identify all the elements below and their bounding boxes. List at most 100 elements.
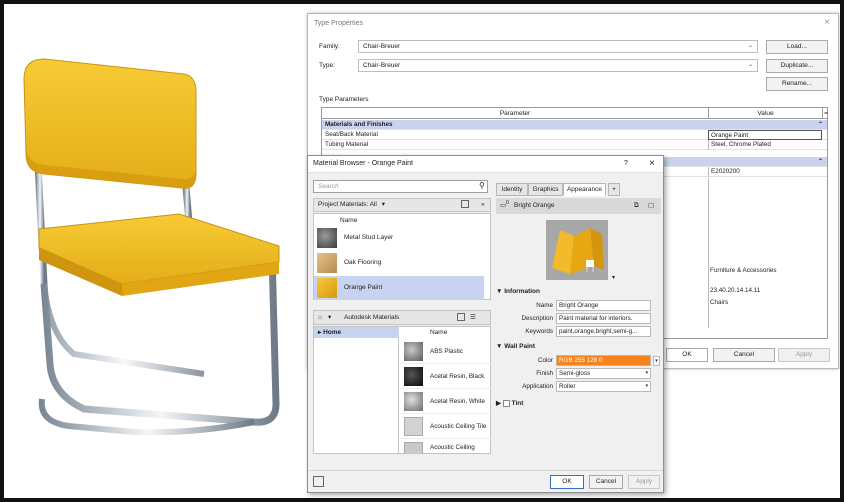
information-section[interactable]: ▼ Information (496, 288, 661, 295)
keywords-field[interactable]: paint,orange,bright,semi-g... (556, 326, 651, 337)
application-row: Application Roller ▾ (496, 381, 661, 393)
tab-appearance[interactable]: Appearance (563, 183, 606, 196)
finish-value: Semi-gloss (559, 370, 591, 377)
library-selector[interactable]: Autodesk Materials (344, 311, 399, 324)
column-menu-icon[interactable]: = (822, 108, 829, 119)
close-icon[interactable]: × (824, 17, 830, 28)
asset-count: 0 (506, 200, 509, 206)
dialog-title: Type Properties (314, 20, 364, 27)
list-item[interactable]: Orange Paint (314, 276, 484, 300)
library-toolbar: ⌂ ▾ Autodesk Materials ☰ (313, 310, 491, 325)
material-swatch (404, 417, 423, 436)
chevron-down-icon[interactable]: ▾ (612, 274, 615, 281)
library-pane: ▸ Home Name ABS Plastic Acetal Resin, Bl… (313, 326, 492, 455)
library-item[interactable]: Acetal Resin, White (400, 389, 492, 414)
load-button[interactable]: Load... (766, 40, 828, 54)
row-value: E2020200 (708, 167, 822, 177)
list-view-icon[interactable]: ☰ (470, 311, 476, 324)
duplicate-button[interactable]: Duplicate... (766, 59, 828, 73)
row-value: Furniture & Accessories (710, 267, 777, 274)
type-select[interactable]: Chair-Breuer ⌄ (358, 59, 758, 72)
finish-row: Finish Semi-gloss ▾ (496, 368, 661, 380)
apply-button[interactable]: Apply (778, 348, 830, 362)
tab-identity[interactable]: Identity (496, 183, 528, 196)
section-label: Wall Paint (504, 343, 536, 350)
close-icon[interactable]: × (649, 158, 655, 169)
material-swatch (404, 442, 423, 454)
list-item[interactable]: Oak Flooring (314, 251, 484, 275)
table-row[interactable]: Tubing Material Steel, Chrome Plated (322, 140, 827, 150)
wall-paint-section[interactable]: ▼ Wall Paint (496, 343, 661, 350)
section-label: Information (504, 288, 540, 295)
application-select[interactable]: Roller ▾ (556, 381, 651, 392)
library-item[interactable]: ABS Plastic (400, 339, 492, 364)
expand-icon[interactable]: » (481, 199, 485, 211)
cancel-button[interactable]: Cancel (589, 475, 623, 489)
material-swatch (317, 253, 337, 273)
color-row: Color RGB 255 128 0 ▾ (496, 355, 661, 367)
asset-name: Bright Orange (514, 202, 555, 209)
col-parameter: Parameter (499, 110, 531, 117)
row-category-label: Materials and Finishes (325, 121, 393, 128)
color-dropdown-icon[interactable]: ▾ (653, 356, 660, 366)
search-input[interactable]: Search (313, 180, 488, 193)
item-name: Acetal Resin, Black (430, 373, 485, 380)
search-icon[interactable]: ⚲ (479, 181, 485, 190)
add-tab-button[interactable]: + (608, 183, 620, 196)
browser-settings-icon[interactable] (313, 476, 324, 487)
type-label: Type: (319, 62, 335, 69)
material-browser-dialog: Material Browser - Orange Paint ? × Sear… (307, 155, 664, 493)
ok-button[interactable]: OK (666, 348, 708, 362)
help-icon[interactable]: ? (624, 160, 628, 167)
col-value: Value (708, 108, 822, 119)
description-field[interactable]: Paint material for interiors. (556, 313, 651, 324)
appearance-preview[interactable] (546, 220, 608, 280)
row-param: Tubing Material (325, 141, 369, 148)
chevron-down-icon: ▾ (645, 370, 648, 376)
apply-button[interactable]: Apply (628, 475, 660, 489)
list-header: Name (430, 329, 448, 336)
project-materials-filter[interactable]: Project Materials: All ▾ » (313, 198, 491, 212)
view-toggle-icon[interactable] (461, 200, 469, 208)
color-field[interactable]: RGB 255 128 0 (556, 355, 651, 366)
chevron-down-icon: ⌄ (747, 62, 753, 68)
tint-section[interactable]: ▶ Tint (496, 399, 661, 407)
family-select[interactable]: Chair-Breuer ⌄ (358, 40, 758, 53)
chevron-down-icon: ▾ (645, 383, 648, 389)
row-value: 23.40.20.14.14.11 (710, 287, 761, 294)
tab-graphics[interactable]: Graphics (528, 183, 563, 196)
name-field[interactable]: Bright Orange (556, 300, 651, 311)
application-label: Application (522, 383, 553, 390)
library-item[interactable]: Acetal Resin, Black (400, 364, 492, 389)
list-item[interactable]: Metal Stud Layer (314, 226, 484, 250)
asset-header: ▭ 0 Bright Orange ⧉ ▢ (496, 198, 661, 214)
table-row[interactable]: Seat/Back Material Orange Paint (322, 130, 827, 140)
collapse-icon[interactable]: ⌃ (818, 120, 823, 130)
duplicate-asset-icon[interactable]: ⧉ (634, 198, 639, 214)
row-value: Chairs (710, 299, 729, 306)
table-row[interactable]: Materials and Finishes ⌃ (322, 120, 827, 130)
replace-asset-icon[interactable]: ▢ (648, 198, 654, 214)
item-name: Acetal Resin, White (430, 398, 485, 405)
ok-button[interactable]: OK (550, 475, 584, 489)
home-icon[interactable]: ⌂ (318, 311, 322, 324)
item-name: Acoustic Ceiling Tile (430, 423, 487, 430)
tint-checkbox[interactable] (502, 399, 510, 407)
rename-button[interactable]: Rename... (766, 77, 828, 91)
name-row: Name Bright Orange (496, 300, 661, 312)
library-item[interactable]: Acoustic Ceiling Tile (400, 414, 492, 439)
item-name: Acoustic Ceiling (430, 444, 475, 451)
library-item[interactable]: Acoustic Ceiling (400, 439, 492, 455)
collapse-icon[interactable]: ⌃ (818, 157, 823, 167)
material-browser-titlebar: Material Browser - Orange Paint ? × (308, 156, 663, 173)
chair-render (14, 34, 304, 454)
row-value[interactable]: Orange Paint (708, 130, 822, 140)
chevron-down-icon[interactable]: ▾ (328, 311, 331, 324)
finish-select[interactable]: Semi-gloss ▾ (556, 368, 651, 379)
view-toggle-icon[interactable] (457, 313, 465, 321)
cancel-button[interactable]: Cancel (713, 348, 775, 362)
tree-item-label: Home (323, 329, 342, 336)
tree-item-home[interactable]: ▸ Home (314, 327, 399, 338)
family-value: Chair-Breuer (363, 43, 401, 50)
finish-label: Finish (536, 370, 553, 377)
